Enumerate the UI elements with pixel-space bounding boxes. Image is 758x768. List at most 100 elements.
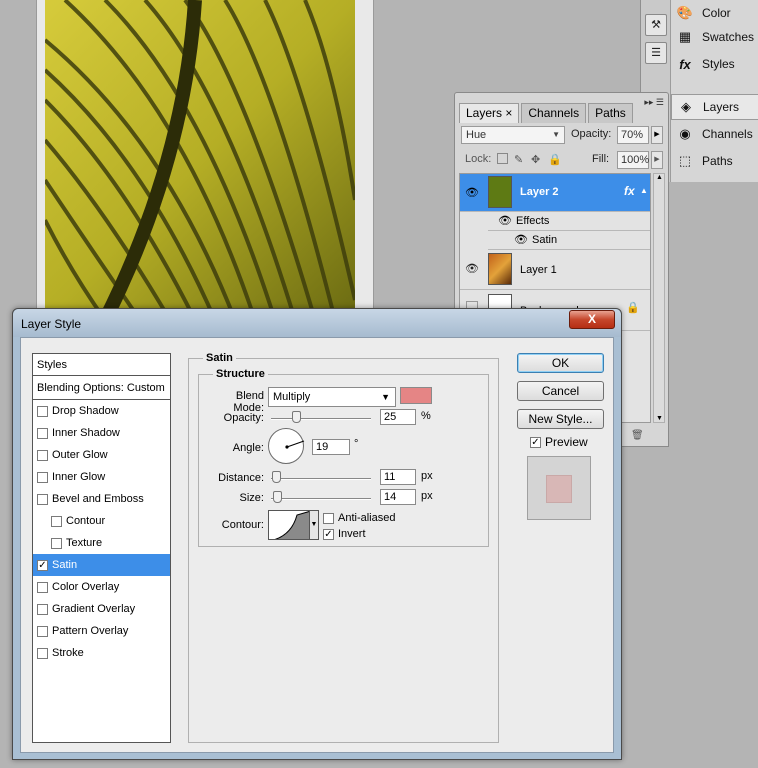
distance-slider-track[interactable] (271, 478, 371, 480)
style-item-checkbox[interactable] (37, 581, 48, 593)
style-item-gradient-overlay[interactable]: Gradient Overlay (33, 598, 170, 620)
layer-effects-row[interactable]: 👁 Effects (488, 212, 650, 231)
preview-option[interactable]: ✓ Preview (530, 435, 588, 449)
style-item-checkbox[interactable] (51, 515, 62, 527)
size-slider-track[interactable] (271, 498, 371, 500)
close-icon[interactable]: × (505, 106, 512, 120)
contour-preview[interactable] (268, 510, 310, 540)
style-item-checkbox[interactable]: ✓ (37, 559, 48, 571)
tab-layers[interactable]: Layers × (459, 103, 520, 123)
scroll-down-icon[interactable]: ▼ (656, 415, 663, 422)
fill-slider-arrow-icon[interactable]: ▶ (651, 151, 663, 169)
blending-options-item[interactable]: Blending Options: Custom (33, 376, 170, 400)
tool-preset-icon[interactable]: ⚒ (645, 14, 667, 36)
dock-item-layers[interactable]: ◈ Layers (671, 94, 758, 120)
collapse-arrow-icon[interactable]: ▲ (640, 186, 648, 195)
style-item-label: Outer Glow (52, 449, 108, 461)
style-item-checkbox[interactable] (51, 537, 62, 549)
eye-icon[interactable]: 👁 (460, 262, 484, 275)
style-item-label: Stroke (52, 647, 84, 659)
invert-checkbox[interactable]: ✓ (323, 528, 334, 540)
layer-fill-field[interactable]: 100% (617, 151, 649, 169)
style-item-stroke[interactable]: Stroke (33, 642, 170, 664)
layer-lock-row: Lock: ✎ ✥ 🔒 Fill: 100% ▶ (461, 151, 663, 169)
close-button[interactable]: X (569, 310, 615, 329)
layer-blend-row: Hue ▼ Opacity: 70% ▶ (461, 126, 663, 144)
style-item-checkbox[interactable] (37, 471, 48, 483)
angle-dial[interactable] (268, 428, 305, 464)
opacity-slider-arrow-icon[interactable]: ▶ (651, 126, 663, 144)
dock-item-channels[interactable]: ◉ Channels (671, 121, 758, 147)
distance-slider-knob[interactable] (272, 471, 281, 483)
contour-dropdown-arrow-icon[interactable]: ▼ (309, 510, 319, 540)
style-item-checkbox[interactable] (37, 493, 48, 505)
layer-opacity-field[interactable]: 70% (617, 126, 649, 144)
angle-input[interactable]: 19 (312, 439, 350, 455)
satin-color-swatch[interactable] (400, 387, 432, 404)
layer-style-dialog: Layer Style X Styles Blending Options: C… (12, 308, 622, 760)
style-item-contour[interactable]: Contour (33, 510, 170, 532)
invert-option[interactable]: ✓ Invert (323, 528, 366, 540)
lock-transparent-icon[interactable] (497, 152, 508, 164)
dialog-titlebar[interactable]: Layer Style X (13, 309, 621, 337)
size-slider-knob[interactable] (273, 491, 282, 503)
style-item-color-overlay[interactable]: Color Overlay (33, 576, 170, 598)
dock-item-color[interactable]: 🎨 Color (671, 0, 758, 26)
style-item-inner-shadow[interactable]: Inner Shadow (33, 422, 170, 444)
layer-blend-mode-select[interactable]: Hue ▼ (461, 126, 565, 144)
style-item-label: Gradient Overlay (52, 603, 136, 615)
layer-row-layer-2[interactable]: 👁 Layer 2 fx ▲ (460, 174, 650, 212)
style-item-inner-glow[interactable]: Inner Glow (33, 466, 170, 488)
opacity-slider-track[interactable] (271, 418, 371, 420)
blend-mode-select[interactable]: Multiply ▼ (268, 387, 396, 407)
trash-icon[interactable]: 🗑 (631, 430, 644, 441)
style-item-checkbox[interactable] (37, 647, 48, 659)
blend-mode-label: Blend Mode: (233, 390, 264, 414)
opacity-slider-knob[interactable] (292, 411, 301, 423)
dock-item-styles[interactable]: fx Styles (671, 51, 758, 77)
style-item-texture[interactable]: Texture (33, 532, 170, 554)
tab-channels[interactable]: Channels (521, 103, 587, 123)
style-item-checkbox[interactable] (37, 405, 48, 417)
style-item-drop-shadow[interactable]: Drop Shadow (33, 400, 170, 422)
lock-all-icon[interactable]: 🔒 (548, 153, 562, 166)
distance-label: Distance: (218, 472, 264, 484)
style-item-checkbox[interactable] (37, 449, 48, 461)
panel-menu-icon[interactable]: ▸▸ ☰ (644, 97, 664, 108)
lock-position-icon[interactable]: ✥ (531, 153, 542, 166)
eye-icon[interactable]: 👁 (514, 233, 528, 246)
dock-item-label: Paths (702, 154, 733, 168)
layer-thumbnail (488, 253, 512, 285)
style-item-bevel-and-emboss[interactable]: Bevel and Emboss (33, 488, 170, 510)
preview-checkbox[interactable]: ✓ (530, 436, 541, 448)
size-input[interactable]: 14 (380, 489, 416, 505)
lock-image-icon[interactable]: ✎ (514, 153, 525, 166)
layer-effect-satin-row[interactable]: 👁 Satin (488, 231, 650, 250)
styles-header[interactable]: Styles (33, 354, 170, 376)
dock-item-paths[interactable]: ⬚ Paths (671, 148, 758, 174)
eye-icon[interactable]: 👁 (498, 214, 512, 227)
ok-button[interactable]: OK (517, 353, 604, 373)
style-item-checkbox[interactable] (37, 625, 48, 637)
distance-input[interactable]: 11 (380, 469, 416, 485)
scroll-up-icon[interactable]: ▲ (656, 174, 663, 181)
dock-item-label: Color (702, 6, 731, 20)
style-item-outer-glow[interactable]: Outer Glow (33, 444, 170, 466)
style-item-satin[interactable]: ✓ Satin (33, 554, 170, 576)
style-item-checkbox[interactable] (37, 427, 48, 439)
style-item-checkbox[interactable] (37, 603, 48, 615)
history-icon[interactable]: ☰ (645, 42, 667, 64)
opacity-input[interactable]: 25 (380, 409, 416, 425)
anti-aliased-option[interactable]: Anti-aliased (323, 512, 395, 524)
layer-row-layer-1[interactable]: 👁 Layer 1 (460, 250, 650, 290)
style-item-pattern-overlay[interactable]: Pattern Overlay (33, 620, 170, 642)
layers-scrollbar[interactable]: ▲ ▼ (653, 173, 665, 423)
tab-paths[interactable]: Paths (588, 103, 633, 123)
style-item-label: Pattern Overlay (52, 625, 129, 637)
dock-item-swatches[interactable]: ▦ Swatches (671, 24, 758, 50)
fx-icon[interactable]: fx (624, 184, 635, 198)
new-style-button[interactable]: New Style... (517, 409, 604, 429)
anti-aliased-checkbox[interactable] (323, 512, 334, 524)
cancel-button[interactable]: Cancel (517, 381, 604, 401)
eye-icon[interactable]: 👁 (460, 186, 484, 199)
